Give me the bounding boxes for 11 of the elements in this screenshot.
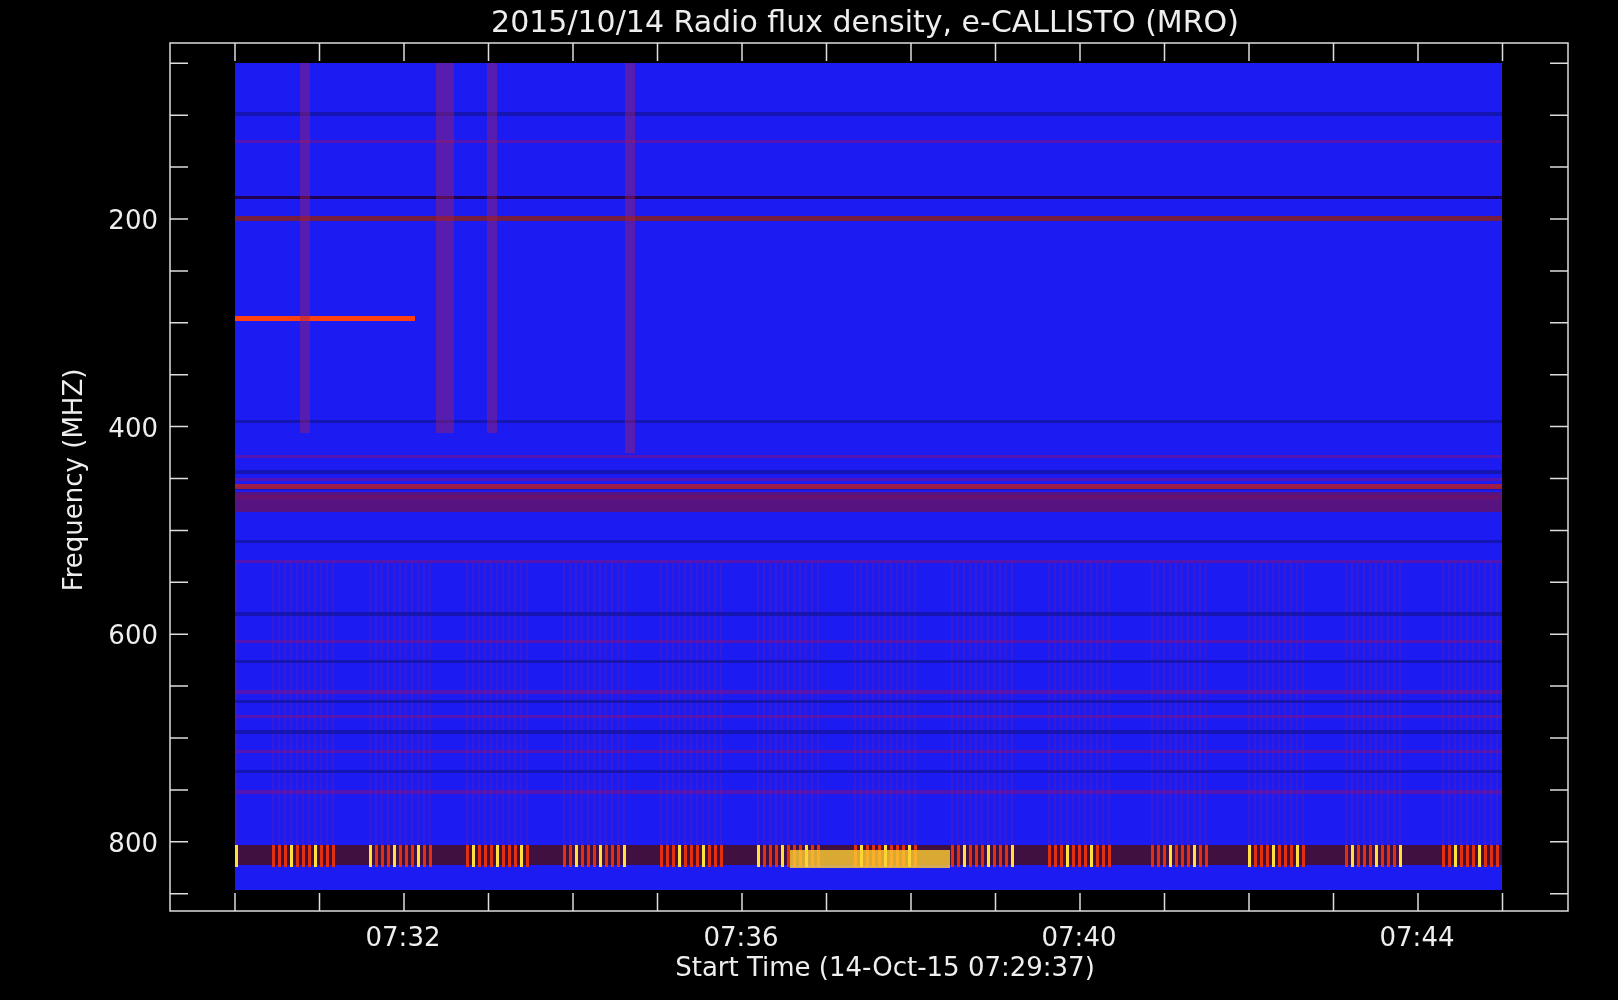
tick-label: 400 (108, 412, 158, 443)
tick-label: 07:36 (703, 922, 779, 952)
axis-label: Frequency (MHZ) (58, 368, 88, 592)
chart-title: 2015/10/14 Radio flux density, e-CALLISTO (MRO) (491, 4, 1239, 39)
tick-label: 200 (108, 205, 158, 235)
tick-label: 07:32 (365, 922, 441, 952)
tick-label: 800 (108, 828, 158, 859)
tick-label: 07:44 (1379, 922, 1455, 952)
tick-label: 07:40 (1041, 922, 1117, 952)
axis-label: Start Time (14-Oct-15 07:29:37) (675, 952, 1095, 982)
tick-label: 600 (108, 620, 158, 651)
